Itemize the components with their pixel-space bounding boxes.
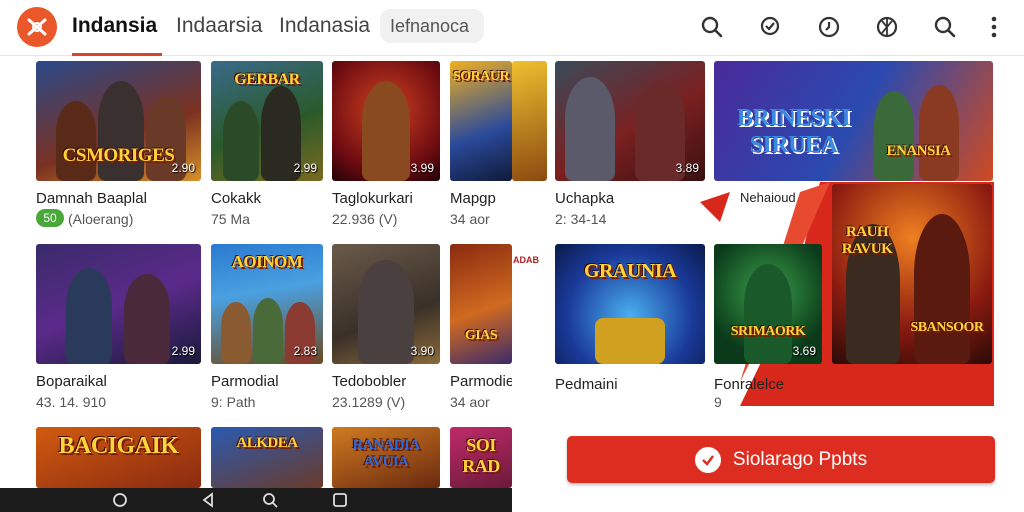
chat-check-icon[interactable]: [755, 12, 785, 42]
globe-icon[interactable]: [872, 12, 902, 42]
app-name: Cokakk: [211, 190, 262, 207]
home-icon[interactable]: [112, 492, 128, 508]
app-tile[interactable]: SRIMAORK 3.69: [714, 244, 822, 364]
app-sub: 22.936 (V): [332, 211, 398, 227]
app-tile[interactable]: ALKDEA: [211, 427, 323, 488]
small-logo-text: ADAB: [513, 255, 539, 265]
tab-indanasia[interactable]: Indanasia: [279, 14, 370, 38]
app-tile[interactable]: [512, 61, 547, 181]
app-tile[interactable]: RANADIA AVUIA: [332, 427, 440, 488]
recents-icon[interactable]: [332, 492, 348, 508]
primary-cta-button[interactable]: Siolarago Ppbts: [567, 436, 995, 483]
rating-badge: 50: [36, 209, 64, 227]
back-icon[interactable]: [200, 492, 216, 508]
clock-icon[interactable]: [814, 12, 844, 42]
app-tile[interactable]: 2.99: [36, 244, 201, 364]
app-sub: 2: 34-14: [555, 211, 607, 227]
app-name: Mapgp: [450, 190, 496, 207]
app-tile[interactable]: RAUH RAVUK SBANSOOR: [832, 184, 992, 364]
app-sub: 9: Path: [211, 394, 256, 410]
filter-chip[interactable]: Iefnanoca: [380, 9, 484, 43]
app-tile[interactable]: GIAS: [450, 244, 512, 364]
app-name: Boparaikal: [36, 373, 107, 390]
search-icon[interactable]: [262, 492, 278, 508]
app-sub: 9: [714, 394, 722, 410]
app-name: Damnah Baaplal: [36, 190, 147, 207]
app-name: Parmodial: [211, 373, 279, 390]
app-name: Uchapka: [555, 190, 615, 207]
system-nav-bar: [0, 488, 512, 512]
app-tile[interactable]: SOI RAD: [450, 427, 512, 488]
app-name: Taglokurkari: [332, 190, 413, 207]
app-logo[interactable]: [17, 7, 57, 47]
app-sub: 34 aor: [450, 394, 490, 410]
app-sub: 43. 14. 910: [36, 394, 107, 410]
app-tile[interactable]: AOINOM 2.83: [211, 244, 323, 364]
app-tile[interactable]: 3.99: [332, 61, 440, 181]
search-icon[interactable]: [697, 12, 727, 42]
app-tile[interactable]: GERBAR 2.99: [211, 61, 323, 181]
app-name: Parmodie: [450, 373, 515, 390]
app-name: Pedmaini: [555, 376, 618, 393]
tab-indansia[interactable]: Indansia: [72, 14, 157, 38]
app-sub: (Aloerang): [68, 211, 134, 227]
app-tile[interactable]: BRINESKI SIRUEA ENANSIA: [714, 61, 993, 181]
app-sub: 75 Ma: [211, 211, 250, 227]
app-tile[interactable]: 3.89: [555, 61, 705, 181]
cta-label: Siolarago Ppbts: [732, 448, 868, 470]
top-app-bar: Indansia Indaarsia Indanasia Iefnanoca: [0, 0, 1024, 56]
app-sub: 34 aor: [450, 211, 490, 227]
app-tile[interactable]: GRAUNIA: [555, 244, 705, 364]
app-sub: 23.1289 (V): [332, 394, 406, 410]
app-tile[interactable]: BACIGAIK: [36, 427, 201, 488]
app-tile[interactable]: SORAUR: [450, 61, 512, 181]
app-name: Fonralelce: [714, 376, 785, 393]
app-tile[interactable]: 3.90: [332, 244, 440, 364]
more-vertical-icon[interactable]: [979, 12, 1009, 42]
active-tab-indicator: [72, 53, 162, 56]
app-tile[interactable]: CSMORIGES 2.90: [36, 61, 201, 181]
app-name: Tedobobler: [332, 373, 407, 390]
tab-indaarsia[interactable]: Indaarsia: [176, 14, 262, 38]
search-icon[interactable]: [930, 12, 960, 42]
check-icon: [694, 446, 721, 473]
